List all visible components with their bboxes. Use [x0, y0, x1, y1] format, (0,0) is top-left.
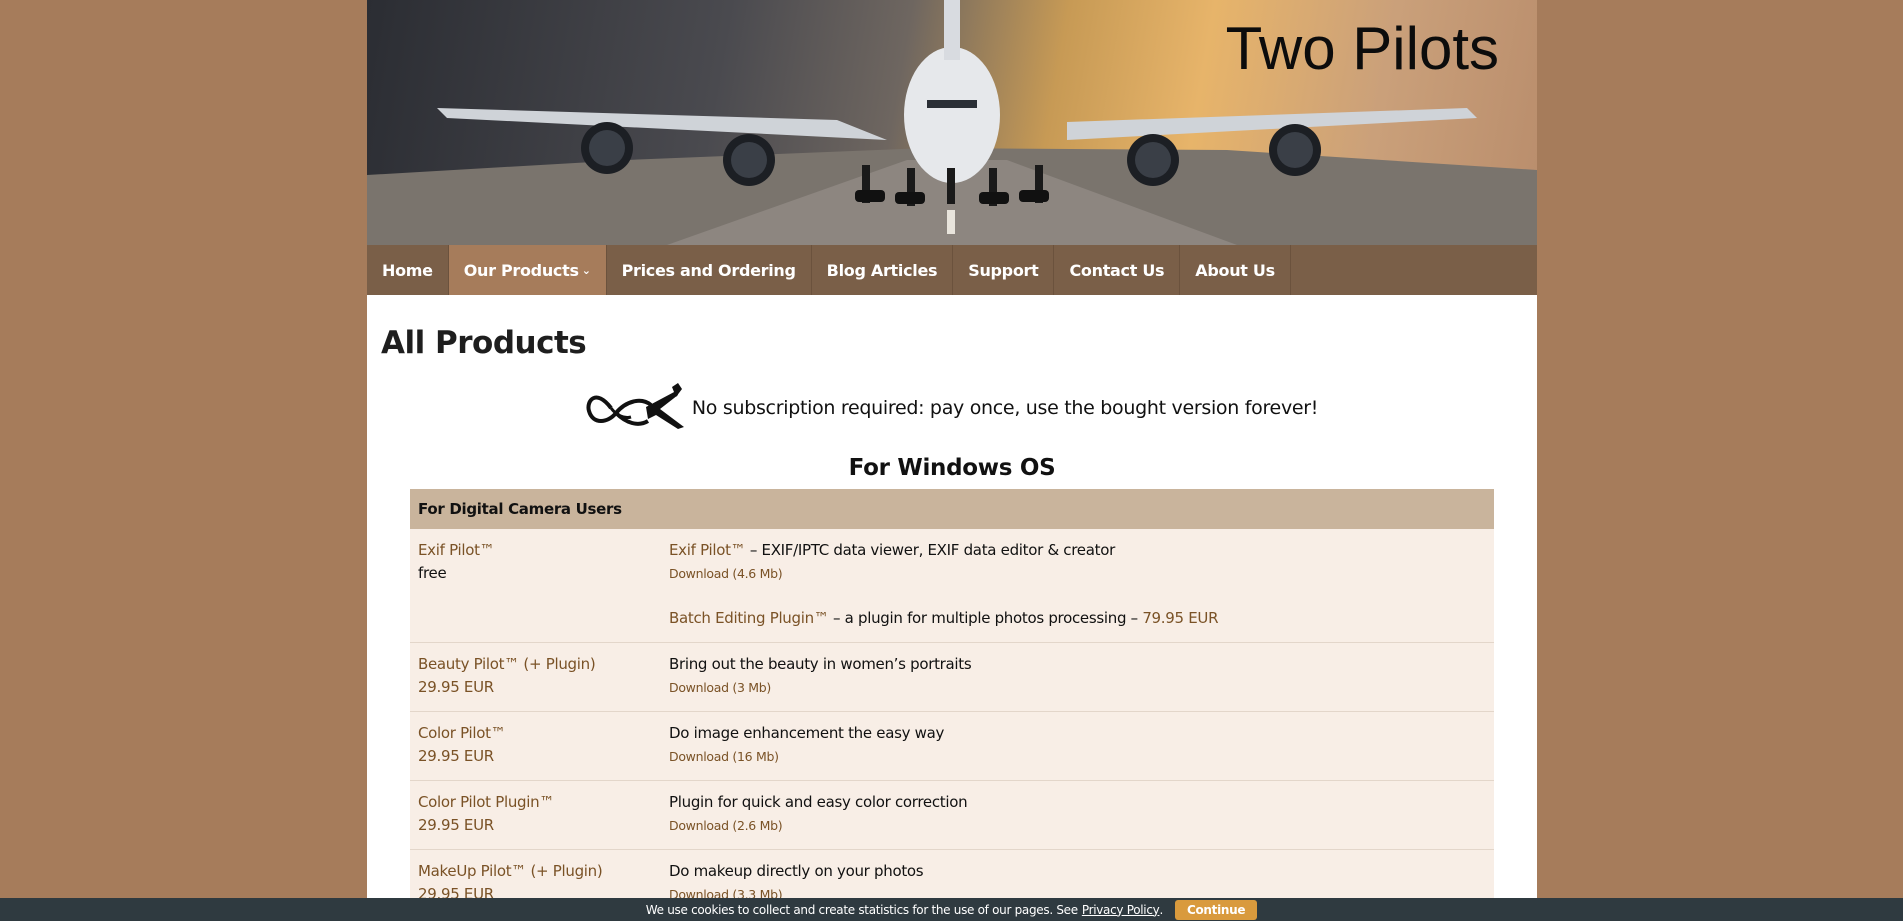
product-name-cell: Exif Pilot™ free [410, 529, 669, 642]
product-desc-cell: Bring out the beauty in women’s portrait… [669, 643, 972, 711]
nav-item-prices-and-ordering[interactable]: Prices and Ordering [607, 245, 812, 295]
product-desc-text: Do makeup directly on your photos [669, 862, 924, 880]
product-desc-cell: Exif Pilot™ – EXIF/IPTC data viewer, EXI… [669, 529, 1219, 642]
product-name-link[interactable]: Color Pilot™ [418, 724, 506, 742]
plugin-price[interactable]: 79.95 EUR [1142, 609, 1218, 627]
product-name-link[interactable]: MakeUp Pilot™ (+ Plugin) [418, 862, 603, 880]
product-name-link[interactable]: Color Pilot Plugin™ [418, 793, 554, 811]
nav-label: About Us [1195, 260, 1275, 280]
chevron-down-icon: ⌄ [581, 263, 591, 277]
promo-text: No subscription required: pay once, use … [691, 397, 1319, 419]
page-title: All Products [381, 325, 587, 361]
product-price[interactable]: 29.95 EUR [418, 816, 494, 834]
table-row: Beauty Pilot™ (+ Plugin) 29.95 EUR Bring… [410, 643, 1494, 712]
table-row: Exif Pilot™ free Exif Pilot™ – EXIF/IPTC… [410, 529, 1494, 643]
nav-label: Support [968, 260, 1039, 280]
product-desc-text: Do image enhancement the easy way [669, 724, 945, 742]
privacy-policy-link[interactable]: Privacy Policy [1082, 903, 1160, 917]
download-link[interactable]: Download (16 Mb) [669, 745, 944, 768]
infinity-airplane-icon [586, 383, 684, 429]
page-container: Two Pilots Home Our Products ⌄ Prices and… [367, 0, 1537, 921]
cookie-period: . [1159, 902, 1163, 917]
nav-item-contact-us[interactable]: Contact Us [1054, 245, 1181, 295]
table-row: Color Pilot Plugin™ 29.95 EUR Plugin for… [410, 781, 1494, 850]
nav-label: Blog Articles [826, 260, 938, 280]
nav-label: Our Products [463, 260, 579, 280]
nav-item-about-us[interactable]: About Us [1180, 245, 1291, 295]
product-price[interactable]: 29.95 EUR [418, 747, 494, 765]
product-desc-text: – EXIF/IPTC data viewer, EXIF data edito… [745, 541, 1115, 559]
header-banner: Two Pilots [367, 0, 1537, 245]
product-name-link[interactable]: Exif Pilot™ [418, 541, 495, 559]
promo-banner: No subscription required: pay once, use … [381, 383, 1523, 433]
nav-label: Contact Us [1069, 260, 1165, 280]
nav-item-our-products[interactable]: Our Products ⌄ [448, 245, 607, 295]
download-link[interactable]: Download (2.6 Mb) [669, 814, 967, 837]
section-header: For Digital Camera Users [410, 489, 1494, 529]
product-name-cell: Beauty Pilot™ (+ Plugin) 29.95 EUR [410, 643, 669, 711]
product-price: free [418, 564, 447, 582]
cookie-bar: We use cookies to collect and create sta… [0, 898, 1903, 921]
cookie-text: We use cookies to collect and create sta… [645, 902, 1078, 917]
nav-label: Home [382, 260, 433, 280]
cookie-continue-button[interactable]: Continue [1174, 899, 1258, 920]
product-desc-text: Bring out the beauty in women’s portrait… [669, 655, 972, 673]
download-link[interactable]: Download (4.6 Mb) [669, 562, 1218, 585]
nav-item-blog-articles[interactable]: Blog Articles [812, 245, 954, 295]
plugin-link[interactable]: Batch Editing Plugin™ [669, 609, 829, 627]
products-table: For Digital Camera Users Exif Pilot™ fre… [410, 489, 1494, 919]
product-name-link[interactable]: Beauty Pilot™ (+ Plugin) [418, 655, 596, 673]
product-price[interactable]: 29.95 EUR [418, 678, 494, 696]
nav-item-home[interactable]: Home [367, 245, 449, 295]
main-navigation: Home Our Products ⌄ Prices and Ordering B… [367, 245, 1537, 295]
product-desc-cell: Do image enhancement the easy way Downlo… [669, 712, 944, 780]
product-name-cell: Color Pilot Plugin™ 29.95 EUR [410, 781, 669, 849]
table-row: Color Pilot™ 29.95 EUR Do image enhancem… [410, 712, 1494, 781]
os-heading: For Windows OS [848, 455, 1056, 481]
plugin-desc-text: – a plugin for multiple photos processin… [828, 609, 1143, 627]
site-title[interactable]: Two Pilots [1226, 14, 1499, 83]
download-link[interactable]: Download (3 Mb) [669, 676, 971, 699]
product-desc-text: Plugin for quick and easy color correcti… [669, 793, 968, 811]
product-desc-cell: Plugin for quick and easy color correcti… [669, 781, 968, 849]
main-content: All Products No subscription required: p… [367, 325, 1537, 919]
nav-label: Prices and Ordering [621, 260, 796, 280]
nav-item-support[interactable]: Support [953, 245, 1055, 295]
product-desc-link[interactable]: Exif Pilot™ [669, 541, 746, 559]
product-name-cell: Color Pilot™ 29.95 EUR [410, 712, 669, 780]
